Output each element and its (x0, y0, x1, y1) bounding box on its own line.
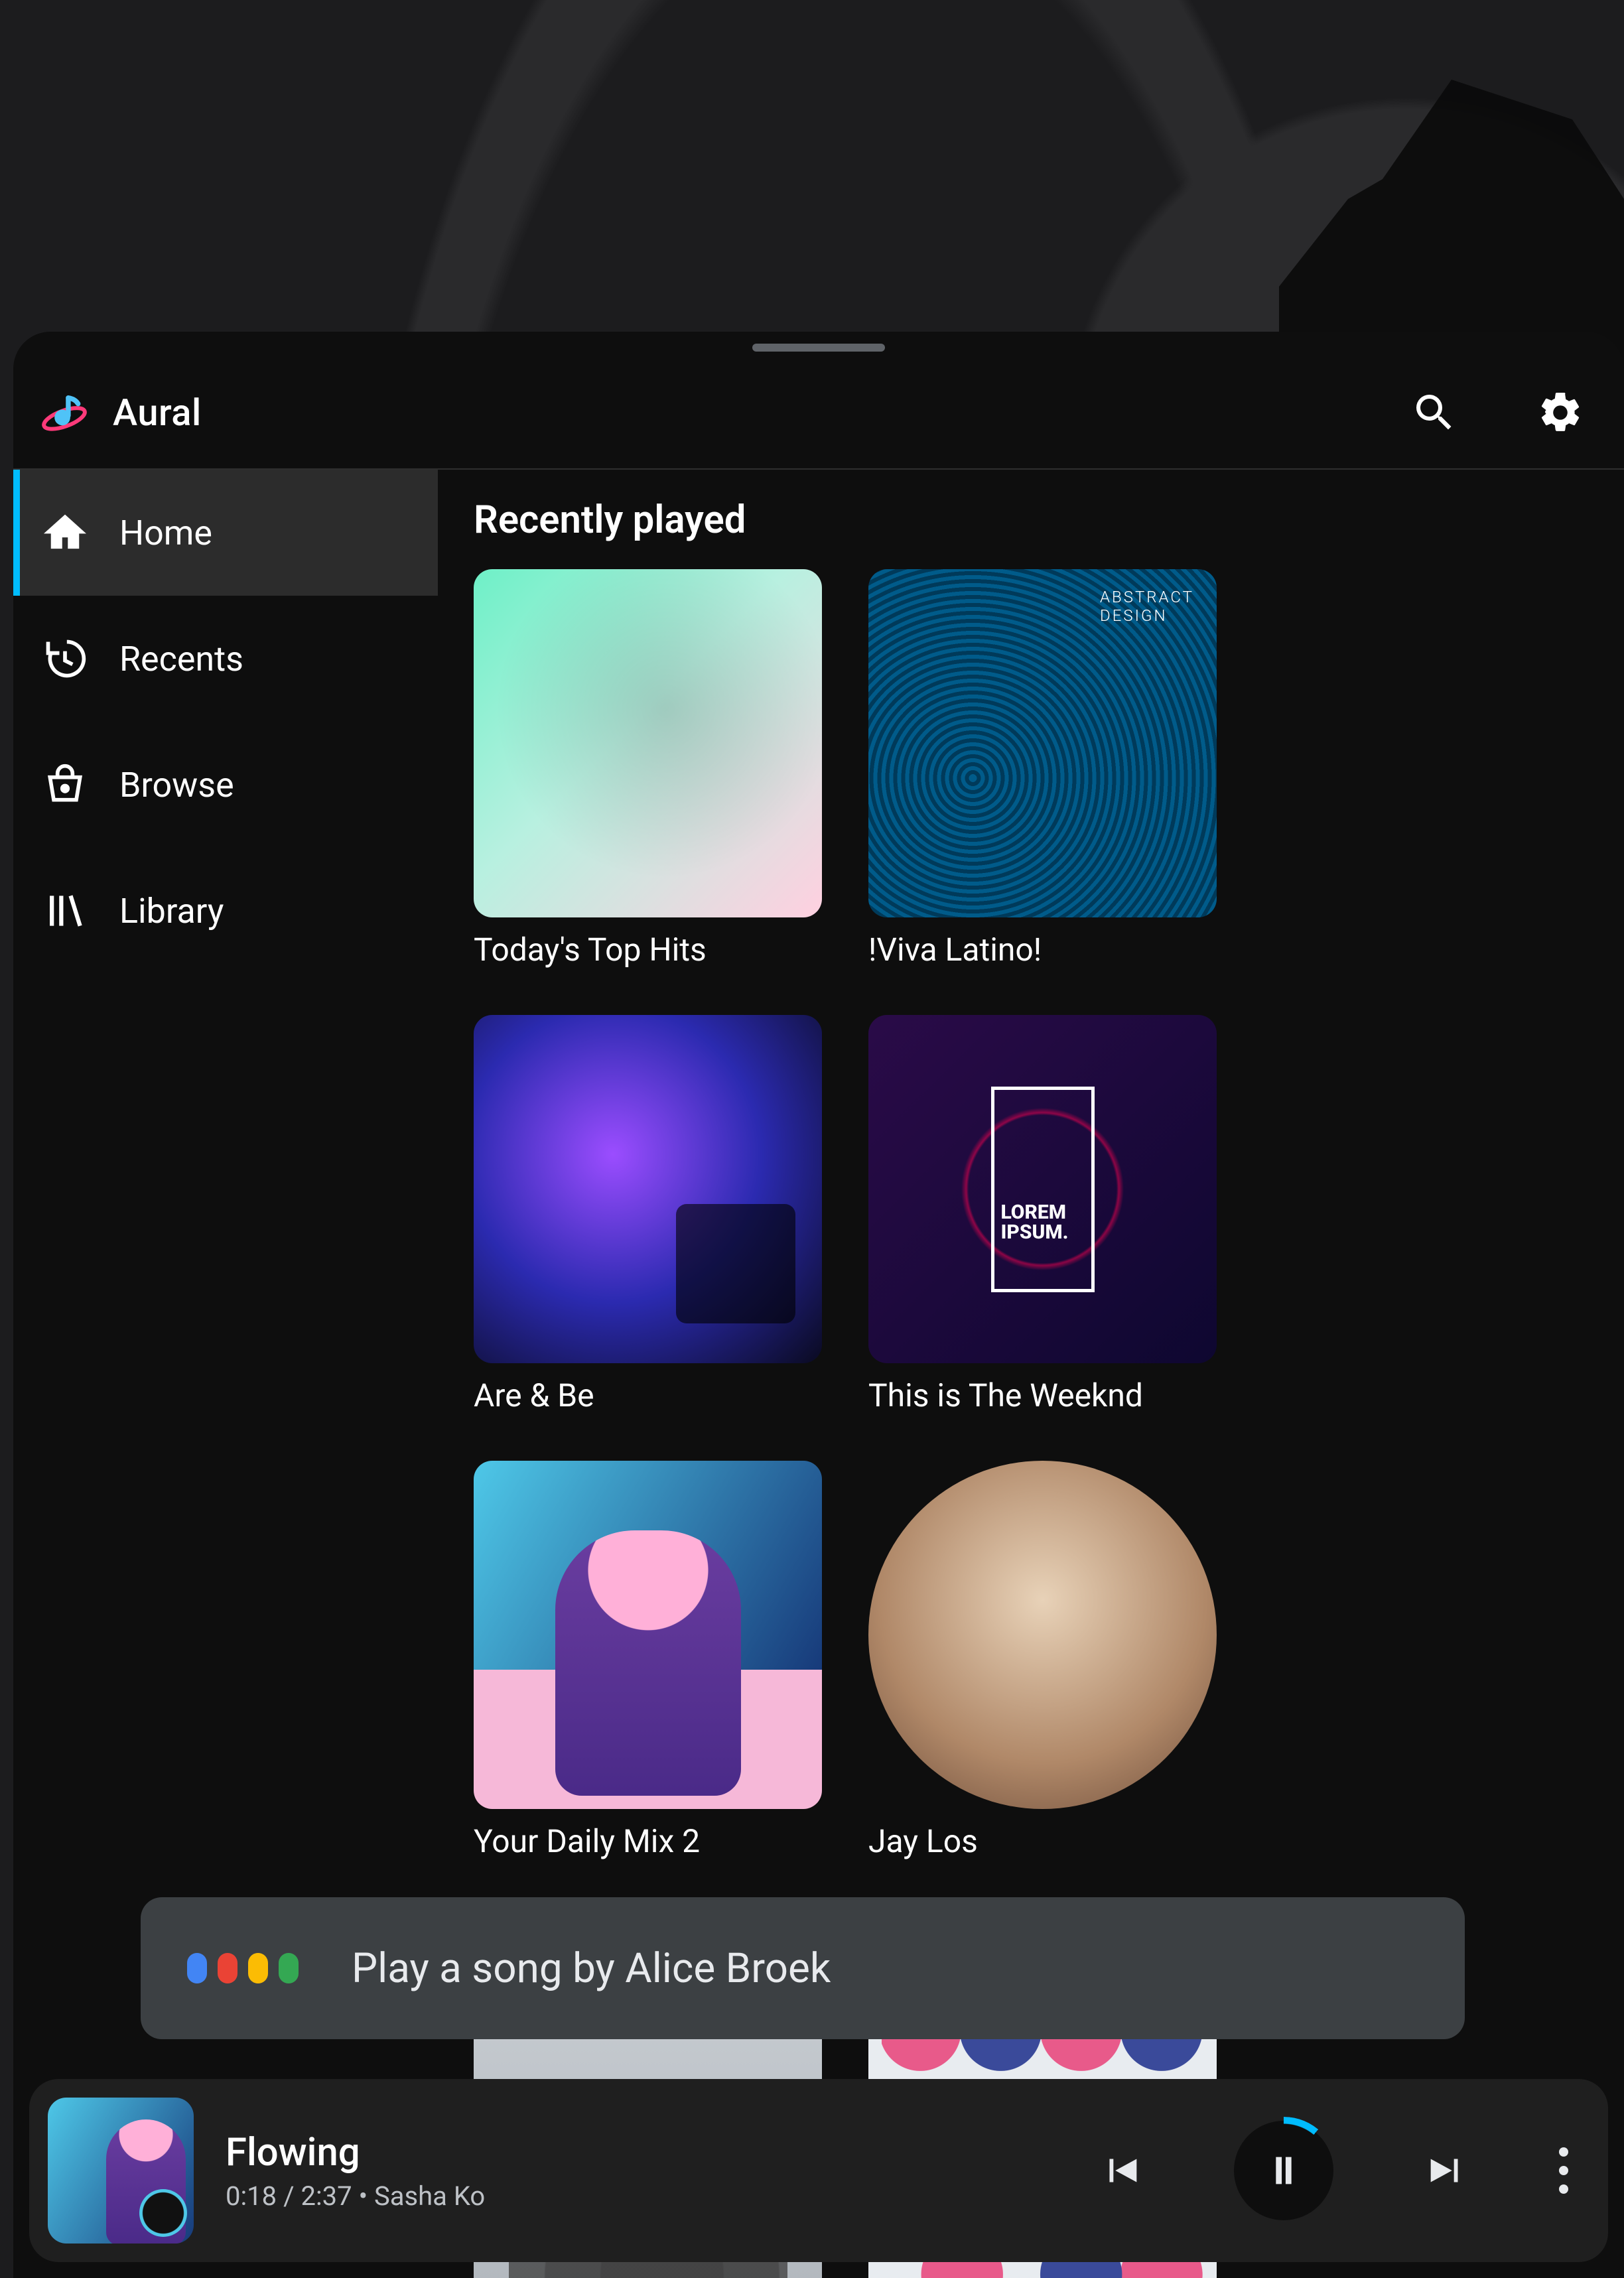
artist-art (868, 1461, 1217, 1809)
search-icon (1410, 389, 1458, 436)
playlist-card[interactable]: Your Daily Mix 2 (474, 1461, 822, 1860)
sidebar-item-home[interactable]: Home (13, 470, 438, 596)
skip-previous-button[interactable] (1095, 2144, 1148, 2197)
playlist-card[interactable]: ABSTRACTDESIGN !Viva Latino! (868, 569, 1217, 969)
settings-button[interactable] (1534, 386, 1587, 439)
section-title-recently-played: Recently played (474, 498, 1588, 543)
sidebar-item-browse[interactable]: Browse (13, 722, 438, 848)
app-title: Aural (113, 391, 202, 435)
more-options-button[interactable] (1559, 2147, 1568, 2194)
now-playing-subtitle: 0:18 / 2:37 • Sasha Ko (226, 2180, 485, 2212)
drag-handle[interactable] (752, 344, 885, 352)
card-label: This is The Weeknd (868, 1376, 1217, 1414)
now-playing-bar[interactable]: Flowing 0:18 / 2:37 • Sasha Ko (29, 2079, 1608, 2262)
card-label: Jay Los (868, 1822, 1217, 1860)
sidebar-item-library[interactable]: Library (13, 848, 438, 974)
playlist-card[interactable]: Are & Be (474, 1015, 822, 1414)
assistant-query-text: Play a song by Alice Broek (352, 1944, 831, 1993)
now-playing-meta: Flowing 0:18 / 2:37 • Sasha Ko (226, 2130, 485, 2212)
album-art (868, 1015, 1217, 1363)
library-icon (42, 888, 88, 933)
art-overlay-subtext: DESIGN (1100, 606, 1194, 625)
now-playing-duration: 2:37 (301, 2180, 352, 2212)
now-playing-art (48, 2098, 194, 2244)
sidebar-item-label: Browse (119, 765, 234, 805)
sidebar-item-label: Home (119, 513, 212, 553)
skip-next-button[interactable] (1420, 2144, 1473, 2197)
playlist-card[interactable]: This is The Weeknd (868, 1015, 1217, 1414)
play-pause-button[interactable] (1234, 2121, 1333, 2220)
card-label: Are & Be (474, 1376, 822, 1414)
now-playing-artist: Sasha Ko (374, 2180, 485, 2212)
artist-card[interactable]: Jay Los (868, 1461, 1217, 1860)
gear-icon (1536, 389, 1584, 436)
recently-played-grid: Today's Top Hits ABSTRACTDESIGN !Viva La… (474, 569, 1588, 1860)
assistant-logo-icon (187, 1953, 299, 1983)
sidebar-item-label: Recents (119, 639, 243, 679)
sidebar-item-recents[interactable]: Recents (13, 596, 438, 722)
home-icon (42, 510, 88, 555)
app-panel: Aural Home Recents Browse Library (13, 332, 1624, 2278)
album-art: ABSTRACTDESIGN (868, 569, 1217, 917)
card-label: Your Daily Mix 2 (474, 1822, 822, 1860)
history-icon (42, 636, 88, 681)
card-label: Today's Top Hits (474, 931, 822, 969)
app-logo-icon (40, 388, 89, 437)
album-art (474, 1015, 822, 1363)
album-art (474, 569, 822, 917)
app-header: Aural (13, 357, 1624, 470)
more-vert-icon (1559, 2147, 1568, 2157)
search-button[interactable] (1408, 386, 1461, 439)
assistant-bubble[interactable]: Play a song by Alice Broek (141, 1897, 1465, 2039)
skip-next-icon (1423, 2147, 1469, 2194)
skip-previous-icon (1098, 2147, 1144, 2194)
art-overlay-text (991, 1087, 1095, 1292)
sidebar-item-label: Library (119, 891, 224, 931)
now-playing-elapsed: 0:18 (226, 2180, 277, 2212)
now-playing-controls (1095, 2121, 1568, 2220)
album-art (474, 1461, 822, 1809)
art-overlay-text: ABSTRACT (1100, 588, 1194, 606)
browse-icon (42, 762, 88, 807)
playlist-card[interactable]: Today's Top Hits (474, 569, 822, 969)
card-label: !Viva Latino! (868, 931, 1217, 969)
pause-icon (1260, 2147, 1307, 2194)
now-playing-title: Flowing (226, 2130, 485, 2175)
